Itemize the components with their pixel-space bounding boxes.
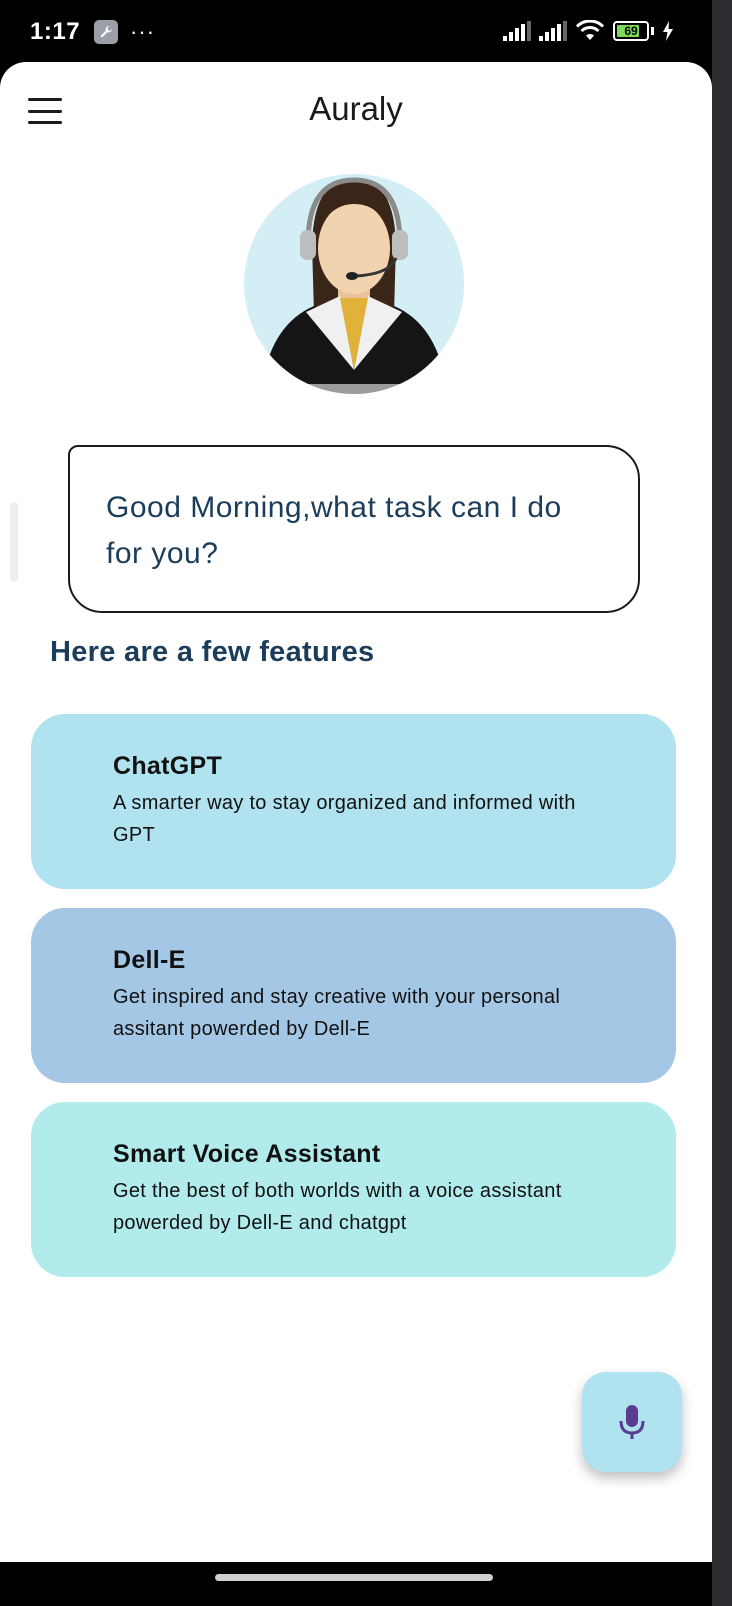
status-icons: 69 (503, 20, 674, 42)
feature-card-smart-voice-assistant[interactable]: Smart Voice Assistant Get the best of bo… (31, 1102, 676, 1277)
device-frame: 1:17 ··· 69 Auraly Good Morning,what tas… (0, 0, 712, 1606)
signal-icon (539, 21, 567, 41)
wrench-icon (94, 20, 119, 44)
app-title: Auraly (309, 90, 403, 127)
microphone-icon (619, 1405, 645, 1439)
features-heading: Here are a few features (50, 636, 375, 668)
feature-title: ChatGPT (113, 752, 223, 780)
status-more-dots: ··· (130, 19, 156, 44)
battery-level: 69 (624, 24, 638, 38)
app-screen: Auraly Good Morning,what task can I do f… (0, 62, 712, 1562)
charging-icon (663, 21, 673, 41)
assistant-headset-icon (262, 177, 446, 394)
microphone-button[interactable] (582, 1372, 682, 1472)
feature-description: Get the best of both worlds with a voice… (113, 1180, 562, 1234)
feature-description: Get inspired and stay creative with your… (113, 986, 561, 1040)
signal-icon (503, 21, 531, 41)
drawer-edge-handle[interactable] (10, 502, 18, 582)
feature-title: Smart Voice Assistant (113, 1140, 381, 1168)
system-nav-bar (0, 1562, 712, 1606)
home-indicator[interactable] (215, 1574, 493, 1581)
wifi-icon (575, 20, 605, 40)
feature-card-chatgpt[interactable]: ChatGPT A smarter way to stay organized … (31, 714, 676, 889)
assistant-avatar (244, 174, 464, 394)
window-edge (712, 0, 732, 1606)
greeting-text: Good Morning,what task can I do for you? (106, 491, 562, 570)
greeting-bubble: Good Morning,what task can I do for you? (68, 445, 640, 613)
battery-icon: 69 (613, 21, 649, 41)
app-bar: Auraly (0, 62, 712, 162)
feature-description: A smarter way to stay organized and info… (113, 792, 576, 846)
feature-title: Dell-E (113, 946, 186, 974)
status-time: 1:17 (30, 18, 81, 45)
battery-tip (651, 27, 654, 35)
feature-card-dell-e[interactable]: Dell-E Get inspired and stay creative wi… (31, 908, 676, 1083)
status-bar: 1:17 ··· 69 (0, 0, 712, 64)
